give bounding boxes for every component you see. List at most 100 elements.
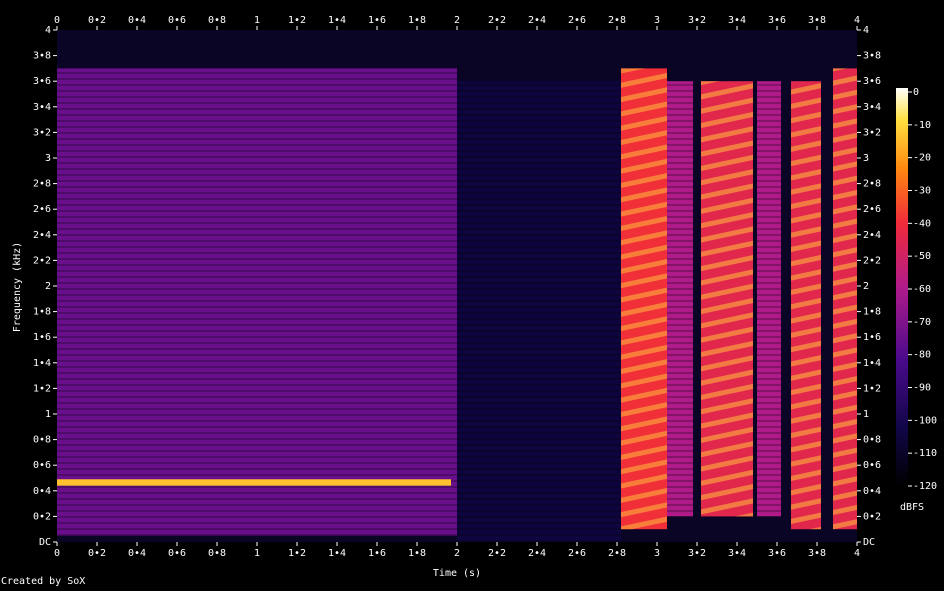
y-tick-label: 1•6	[863, 332, 881, 343]
y-tick-label: 0•2	[33, 511, 51, 522]
y-tick-label: 2•2	[863, 255, 881, 266]
x-tick-label: 3•4	[728, 548, 746, 559]
y-tick-label: 2	[863, 281, 869, 292]
y-tick-label: 2•4	[863, 230, 881, 241]
colorbar-tick-label: -40	[913, 218, 931, 229]
x-tick-label: 3	[654, 548, 660, 559]
spectrogram-chart: 0 0•2 0•4 0•6 0•8 1 1•2 1•4 1•6 1•8 2 2•2 2•4 2•6 2•8 3…	[12, 15, 937, 579]
x-tick-label: 4	[854, 15, 860, 26]
y-tick-label: 3	[45, 153, 51, 164]
colorbar-label: dBFS	[900, 502, 924, 513]
y-tick-label: 1•4	[863, 358, 881, 369]
x-tick-label: 2•4	[528, 15, 546, 26]
y-tick-label: 1	[863, 409, 869, 420]
x-tick-label: 2•6	[568, 548, 586, 559]
x-tick-label: 2•8	[608, 548, 626, 559]
colorbar-tick-label: -10	[913, 120, 931, 131]
x-tick-label: 3•2	[688, 548, 706, 559]
y-tick-label: 0•6	[863, 460, 881, 471]
x-tick-label: 2•6	[568, 15, 586, 26]
x-tick-label: 1•8	[408, 15, 426, 26]
x-tick-label: 1•4	[328, 548, 346, 559]
x-tick-label: 1•2	[288, 548, 306, 559]
y-tick-label: 3•2	[863, 127, 881, 138]
y-tick-label: 1	[45, 409, 51, 420]
noise-texture	[457, 81, 621, 542]
noise-texture	[757, 81, 781, 517]
colorbar-tick-label: -80	[913, 350, 931, 361]
y-tick-label: 2•8	[863, 179, 881, 190]
y-tick-label: 2•4	[33, 230, 51, 241]
x-ticks-bottom: 0 0•2 0•4 0•6 0•8 1 1•2 1•4 1•6 1•8 2 2•2 2•4 2•6 2•8 3…	[54, 542, 860, 559]
y-tick-label: 1•2	[33, 383, 51, 394]
x-ticks-top: 0 0•2 0•4 0•6 0•8 1 1•2 1•4 1•6 1•8 2 2•2 2•4 2•6 2•8 3…	[54, 15, 860, 30]
y-ticks-left: DC 0•2 0•4 0•6 0•8 1 1•2 1•4 1•6 1•8 2 2•2 2•4 2•6 2•8…	[33, 25, 57, 548]
x-tick-label: 1•2	[288, 15, 306, 26]
y-tick-label: 4	[863, 25, 869, 36]
x-tick-label: 2	[454, 548, 460, 559]
spectral-regions	[57, 68, 857, 542]
spectral-region	[57, 479, 451, 486]
x-tick-label: 4	[854, 548, 860, 559]
colorbar-tick-label: -100	[913, 415, 937, 426]
y-tick-label: 3•8	[33, 51, 51, 62]
credit-text: Created by SoX	[1, 576, 86, 587]
x-tick-label: 0•8	[208, 15, 226, 26]
colorbar-tick-label: -90	[913, 383, 931, 394]
x-tick-label: 2•4	[528, 548, 546, 559]
y-tick-label: 0•4	[33, 486, 51, 497]
x-tick-label: 0•6	[168, 15, 186, 26]
y-tick-label: 3•6	[863, 76, 881, 87]
x-tick-label: 2•8	[608, 15, 626, 26]
colorbar-tick-label: -30	[913, 186, 931, 197]
y-tick-label: 2•8	[33, 179, 51, 190]
x-axis-label: Time (s)	[433, 568, 481, 579]
y-tick-label: 2•6	[33, 204, 51, 215]
y-tick-label: 3•4	[33, 102, 51, 113]
x-tick-label: 3	[654, 15, 660, 26]
x-tick-label: 1	[254, 15, 260, 26]
y-tick-label: 0•6	[33, 460, 51, 471]
x-tick-label: 3•2	[688, 15, 706, 26]
x-tick-label: 0•8	[208, 548, 226, 559]
x-tick-label: 0•2	[88, 15, 106, 26]
y-axis-label: Frequency (kHz)	[12, 242, 23, 332]
x-tick-label: 1•6	[368, 548, 386, 559]
y-tick-label: 3•8	[863, 51, 881, 62]
x-tick-label: 0	[54, 15, 60, 26]
x-tick-label: 1•6	[368, 15, 386, 26]
x-tick-label: 2	[454, 15, 460, 26]
y-tick-label: 3•6	[33, 76, 51, 87]
colorbar-ticks: 0 -10 -20 -30 -40 -50 -60 -70 -80 -90 -100 -110 -120	[908, 87, 937, 492]
colorbar-tick-label: 0	[913, 87, 919, 98]
x-tick-label: 0•4	[128, 15, 146, 26]
x-tick-label: 0•2	[88, 548, 106, 559]
colorbar-tick-label: -110	[913, 448, 937, 459]
y-tick-label: 1•2	[863, 383, 881, 394]
colorbar-tick-label: -50	[913, 251, 931, 262]
y-ticks-right: DC 0•2 0•4 0•6 0•8 1 1•2 1•4 1•6 1•8 2 2•2 2•4 2•6 2•8…	[857, 25, 881, 548]
formant-texture	[791, 81, 821, 530]
y-tick-label: 3•2	[33, 127, 51, 138]
x-tick-label: 0•6	[168, 548, 186, 559]
x-tick-label: 3•8	[808, 548, 826, 559]
y-tick-label: 3	[863, 153, 869, 164]
y-tick-label: 1•8	[863, 307, 881, 318]
formant-texture	[701, 81, 753, 517]
y-tick-label: 0•8	[33, 435, 51, 446]
y-tick-label: 2•2	[33, 255, 51, 266]
y-tick-label: 4	[45, 25, 51, 36]
colorbar	[896, 88, 908, 486]
y-tick-label: 1•8	[33, 307, 51, 318]
y-tick-label: 0•8	[863, 435, 881, 446]
y-tick-label: 2	[45, 281, 51, 292]
x-tick-label: 3•8	[808, 15, 826, 26]
x-tick-label: 0•4	[128, 548, 146, 559]
y-tick-label: 1•4	[33, 358, 51, 369]
colorbar-tick-label: -70	[913, 317, 931, 328]
formant-texture	[621, 68, 667, 530]
y-tick-label: 0•4	[863, 486, 881, 497]
x-tick-label: 1•8	[408, 548, 426, 559]
x-tick-label: 2•2	[488, 15, 506, 26]
x-tick-label: 0	[54, 548, 60, 559]
